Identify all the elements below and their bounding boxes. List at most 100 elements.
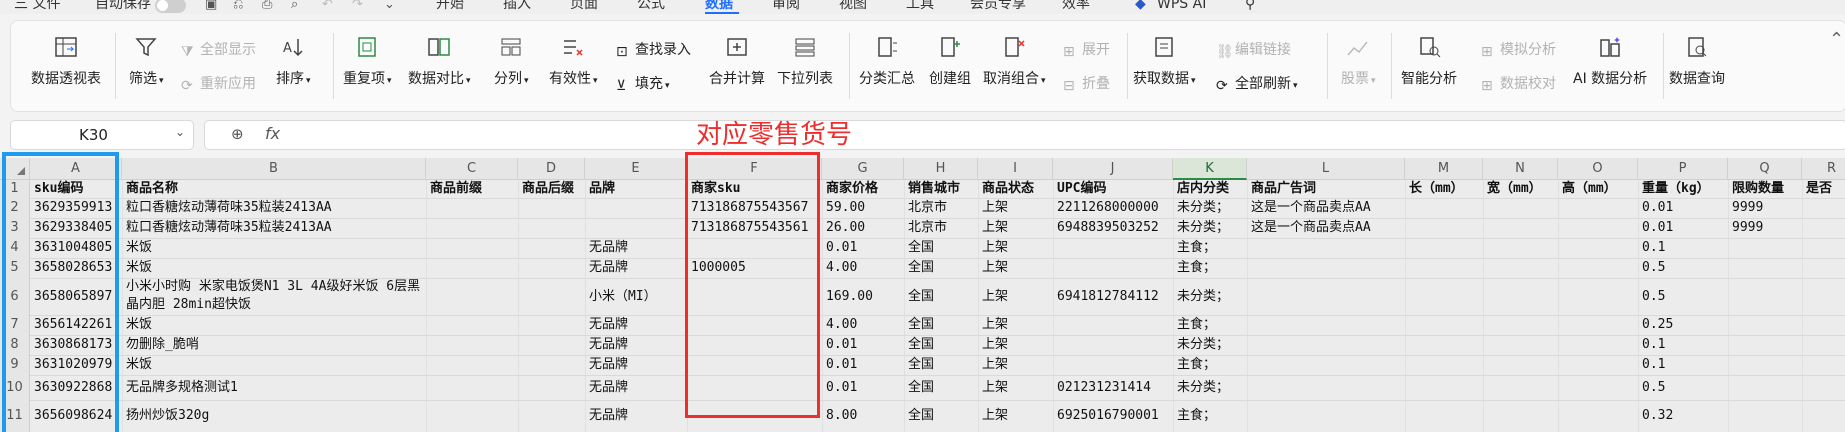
save-icon[interactable]: ▣ <box>205 0 217 12</box>
table-cell[interactable]: 无品牌 <box>589 258 685 278</box>
table-cell[interactable]: 9999 <box>1732 198 1800 218</box>
table-cell[interactable]: 上架 <box>982 238 1051 258</box>
table-cell[interactable]: 0.1 <box>1642 335 1726 355</box>
table-cell[interactable]: 上架 <box>982 335 1051 355</box>
column-header-i[interactable]: I <box>978 158 1053 180</box>
table-cell[interactable]: 小米小时购 米家电饭煲N1 3L 4A级好米饭 6层黑晶内胆 28min超快饭 <box>126 278 424 315</box>
data-verify-button[interactable]: ⊞ 数据校对 <box>1481 73 1556 94</box>
reapply-button[interactable]: ⟳ 重新应用 <box>181 73 256 94</box>
column-header-l[interactable]: L <box>1247 158 1405 180</box>
table-cell[interactable]: 小米（MI） <box>589 278 685 315</box>
more-quick-actions-icon[interactable]: ⌄ <box>384 0 395 12</box>
header-cell[interactable]: 是否 <box>1806 180 1845 198</box>
table-cell[interactable]: 全国 <box>908 238 976 258</box>
data-query-button[interactable]: 数据查询 <box>1669 35 1725 88</box>
tab-wps-ai[interactable]: WPS AI <box>1157 0 1206 11</box>
table-cell[interactable]: 未分类； <box>1177 335 1245 355</box>
header-cell[interactable]: 商品后缀 <box>522 180 583 198</box>
fill-button[interactable]: ⊻ 填充 ▾ <box>616 73 670 94</box>
tab-efficiency[interactable]: 效率 <box>1062 0 1090 11</box>
table-cell[interactable]: 0.1 <box>1642 355 1726 375</box>
simulate-analysis-button[interactable]: ⊞ 模拟分析 <box>1481 39 1556 60</box>
table-cell[interactable]: 北京市 <box>908 198 976 218</box>
table-cell[interactable]: 这是一个商品卖点AA <box>1251 198 1403 218</box>
tab-data[interactable]: 数据 <box>705 0 733 11</box>
sort-button[interactable]: A 排序 ▾ <box>276 35 311 88</box>
function-icon[interactable]: fx <box>265 124 280 143</box>
column-header-o[interactable]: O <box>1558 158 1638 180</box>
header-cell[interactable]: 商品状态 <box>982 180 1051 198</box>
table-cell[interactable]: 粒口香糖炫动薄荷味35粒装2413AA <box>126 198 424 218</box>
tab-home[interactable]: 开始 <box>436 0 464 11</box>
header-cell[interactable]: 限购数量 <box>1732 180 1800 198</box>
table-cell[interactable]: 全国 <box>908 375 976 400</box>
collapse-button[interactable]: ⊟ 折叠 <box>1063 73 1110 94</box>
table-cell[interactable]: 26.00 <box>826 218 902 238</box>
table-cell[interactable]: 0.5 <box>1642 278 1726 315</box>
expand-button[interactable]: ⊞ 展开 <box>1063 39 1110 60</box>
undo-icon[interactable]: ↶ <box>322 0 333 12</box>
table-cell[interactable]: 0.5 <box>1642 258 1726 278</box>
subtotal-button[interactable]: 分类汇总 <box>859 35 915 88</box>
smart-analysis-button[interactable]: 智能分析 <box>1401 35 1457 88</box>
table-cell[interactable]: 无品牌 <box>589 335 685 355</box>
column-header-b[interactable]: B <box>122 158 426 180</box>
table-cell[interactable]: 无品牌 <box>589 400 685 432</box>
filter-button[interactable]: 筛选 ▾ <box>129 35 164 88</box>
column-header-q[interactable]: Q <box>1728 158 1802 180</box>
text-to-columns-button[interactable]: 分列 ▾ <box>494 35 529 88</box>
column-header-h[interactable]: H <box>904 158 978 180</box>
ungroup-button[interactable]: 取消组合 ▾ <box>983 35 1046 88</box>
table-cell[interactable]: 主食； <box>1177 258 1245 278</box>
link-icon[interactable]: ⎌ <box>233 0 243 12</box>
table-cell[interactable]: 未分类； <box>1177 278 1245 315</box>
table-cell[interactable]: 米饭 <box>126 238 424 258</box>
table-cell[interactable]: 全国 <box>908 278 976 315</box>
table-cell[interactable]: 上架 <box>982 355 1051 375</box>
table-cell[interactable]: 上架 <box>982 375 1051 400</box>
duplicates-button[interactable]: 重复项 ▾ <box>343 35 392 88</box>
header-cell[interactable]: 高（mm） <box>1562 180 1636 198</box>
consolidate-button[interactable]: 合并计算 <box>709 35 765 88</box>
header-cell[interactable]: UPC编码 <box>1057 180 1171 198</box>
get-data-button[interactable]: 获取数据 ▾ <box>1133 35 1196 88</box>
column-header-n[interactable]: N <box>1483 158 1558 180</box>
autosave-toggle[interactable] <box>155 0 186 13</box>
table-cell[interactable]: 上架 <box>982 258 1051 278</box>
show-all-button[interactable]: ⧩ 全部显示 <box>181 39 256 60</box>
zoom-search-icon[interactable]: ⊕ <box>231 125 244 143</box>
tab-formula[interactable]: 公式 <box>637 0 665 11</box>
table-cell[interactable]: 粒口香糖炫动薄荷味35粒装2413AA <box>126 218 424 238</box>
table-cell[interactable]: 全国 <box>908 335 976 355</box>
table-cell[interactable]: 北京市 <box>908 218 976 238</box>
table-cell[interactable]: 8.00 <box>826 400 902 432</box>
table-cell[interactable]: 未分类； <box>1177 198 1245 218</box>
validity-button[interactable]: 有效性 ▾ <box>549 35 598 88</box>
table-cell[interactable]: 无品牌 <box>589 355 685 375</box>
table-cell[interactable]: 主食； <box>1177 238 1245 258</box>
table-cell[interactable]: 无品牌多规格测试1 <box>126 375 424 400</box>
create-group-button[interactable]: 创建组 <box>929 35 971 88</box>
table-cell[interactable]: 59.00 <box>826 198 902 218</box>
header-cell[interactable]: 商品前缀 <box>430 180 516 198</box>
table-cell[interactable]: 上架 <box>982 198 1051 218</box>
table-cell[interactable]: 0.01 <box>826 375 902 400</box>
table-cell[interactable]: 主食； <box>1177 400 1245 432</box>
ribbon-collapse-icon[interactable]: ⌃ <box>1829 29 1844 50</box>
table-cell[interactable]: 0.01 <box>1642 218 1726 238</box>
table-cell[interactable]: 米饭 <box>126 258 424 278</box>
tab-tools[interactable]: 工具 <box>906 0 934 11</box>
table-cell[interactable]: 上架 <box>982 400 1051 432</box>
data-compare-button[interactable]: 数据对比 ▾ <box>408 35 471 88</box>
header-cell[interactable]: 销售城市 <box>908 180 976 198</box>
table-cell[interactable]: 米饭 <box>126 315 424 335</box>
table-cell[interactable]: 勿删除_脆哨 <box>126 335 424 355</box>
table-cell[interactable]: 无品牌 <box>589 238 685 258</box>
table-cell[interactable]: 0.01 <box>826 335 902 355</box>
stock-button[interactable]: 股票 ▾ <box>1341 35 1376 88</box>
name-box[interactable]: K30 ⌄ <box>10 120 194 150</box>
column-header-j[interactable]: J <box>1053 158 1173 180</box>
table-cell[interactable]: 上架 <box>982 315 1051 335</box>
lookup-entry-button[interactable]: ⊡ 查找录入 <box>616 39 691 60</box>
table-cell[interactable]: 0.1 <box>1642 238 1726 258</box>
